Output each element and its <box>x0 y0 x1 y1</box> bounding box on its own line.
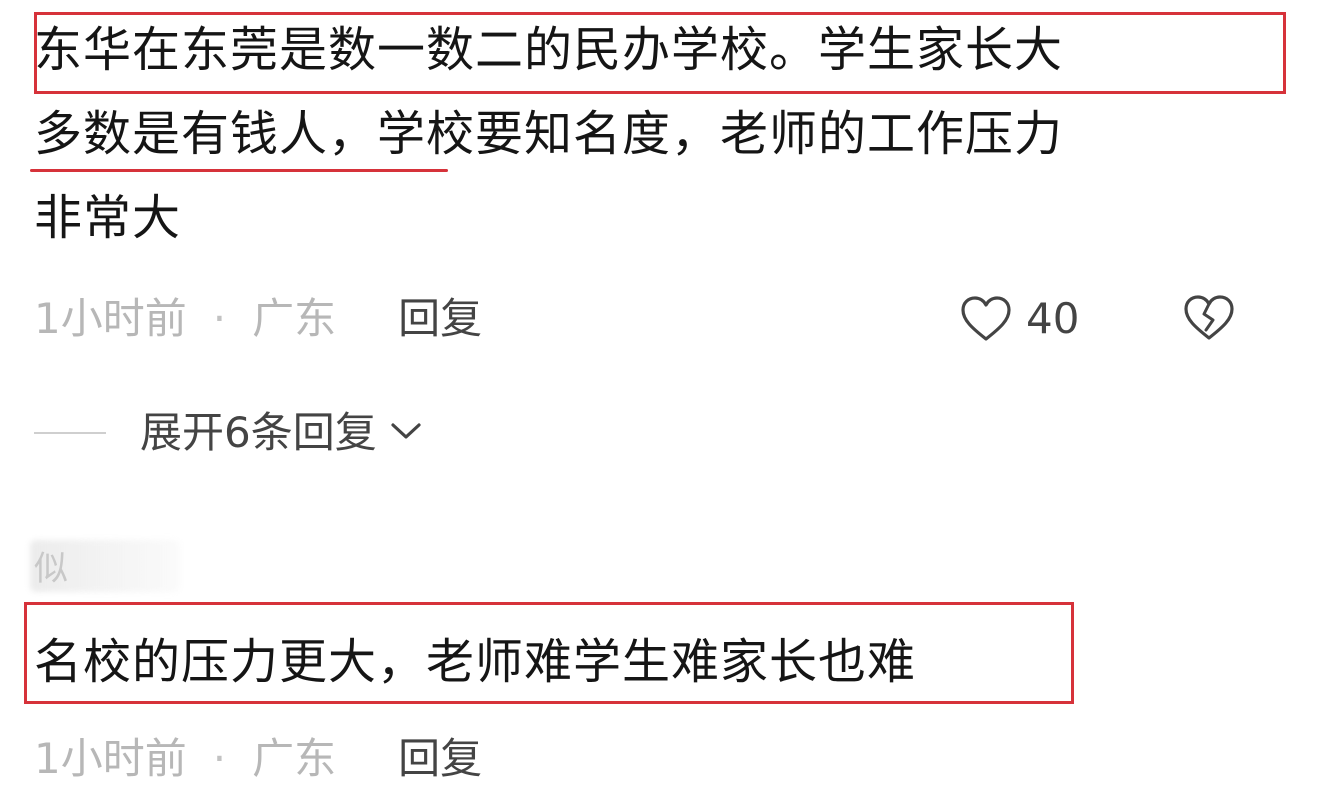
comment1-dislike-button[interactable] <box>1183 294 1235 346</box>
comment1-location: 广东 <box>252 294 337 343</box>
comment1-like-button[interactable]: 40 <box>960 290 1079 348</box>
comment1-reply-button[interactable]: 回复 <box>398 294 482 343</box>
heart-outline-icon <box>960 295 1012 343</box>
chevron-down-icon <box>377 420 423 446</box>
comment2-time: 1小时前 <box>34 734 187 783</box>
comment1-text-line1: 东华在东莞是数一数二的民办学校。学生家长大 <box>34 22 1064 78</box>
comment2-location: 广东 <box>252 734 337 783</box>
comment1-text-line2: 多数是有钱人，学校要知名度，老师的工作压力 <box>34 106 1064 162</box>
comment1-meta: 1小时前 · 广东 回复 <box>34 290 482 348</box>
highlight-underline <box>30 169 448 172</box>
comment2-text: 名校的压力更大，老师难学生难家长也难 <box>34 634 917 690</box>
comment1-time: 1小时前 <box>34 294 187 343</box>
meta-separator: · <box>212 734 227 783</box>
expand-divider <box>34 432 106 434</box>
expand-replies-label[interactable]: 展开6条回复 <box>140 404 377 462</box>
comment2-meta: 1小时前 · 广东 回复 <box>34 730 482 788</box>
broken-heart-icon <box>1183 295 1235 346</box>
comment2-username[interactable]: 似 <box>34 548 68 590</box>
expand-replies[interactable]: 展开6条回复 <box>34 404 423 462</box>
meta-separator: · <box>212 294 227 343</box>
comment1-like-count: 40 <box>1026 294 1080 343</box>
comment2-reply-button[interactable]: 回复 <box>398 734 482 783</box>
comment1-text-line3: 非常大 <box>34 190 182 246</box>
